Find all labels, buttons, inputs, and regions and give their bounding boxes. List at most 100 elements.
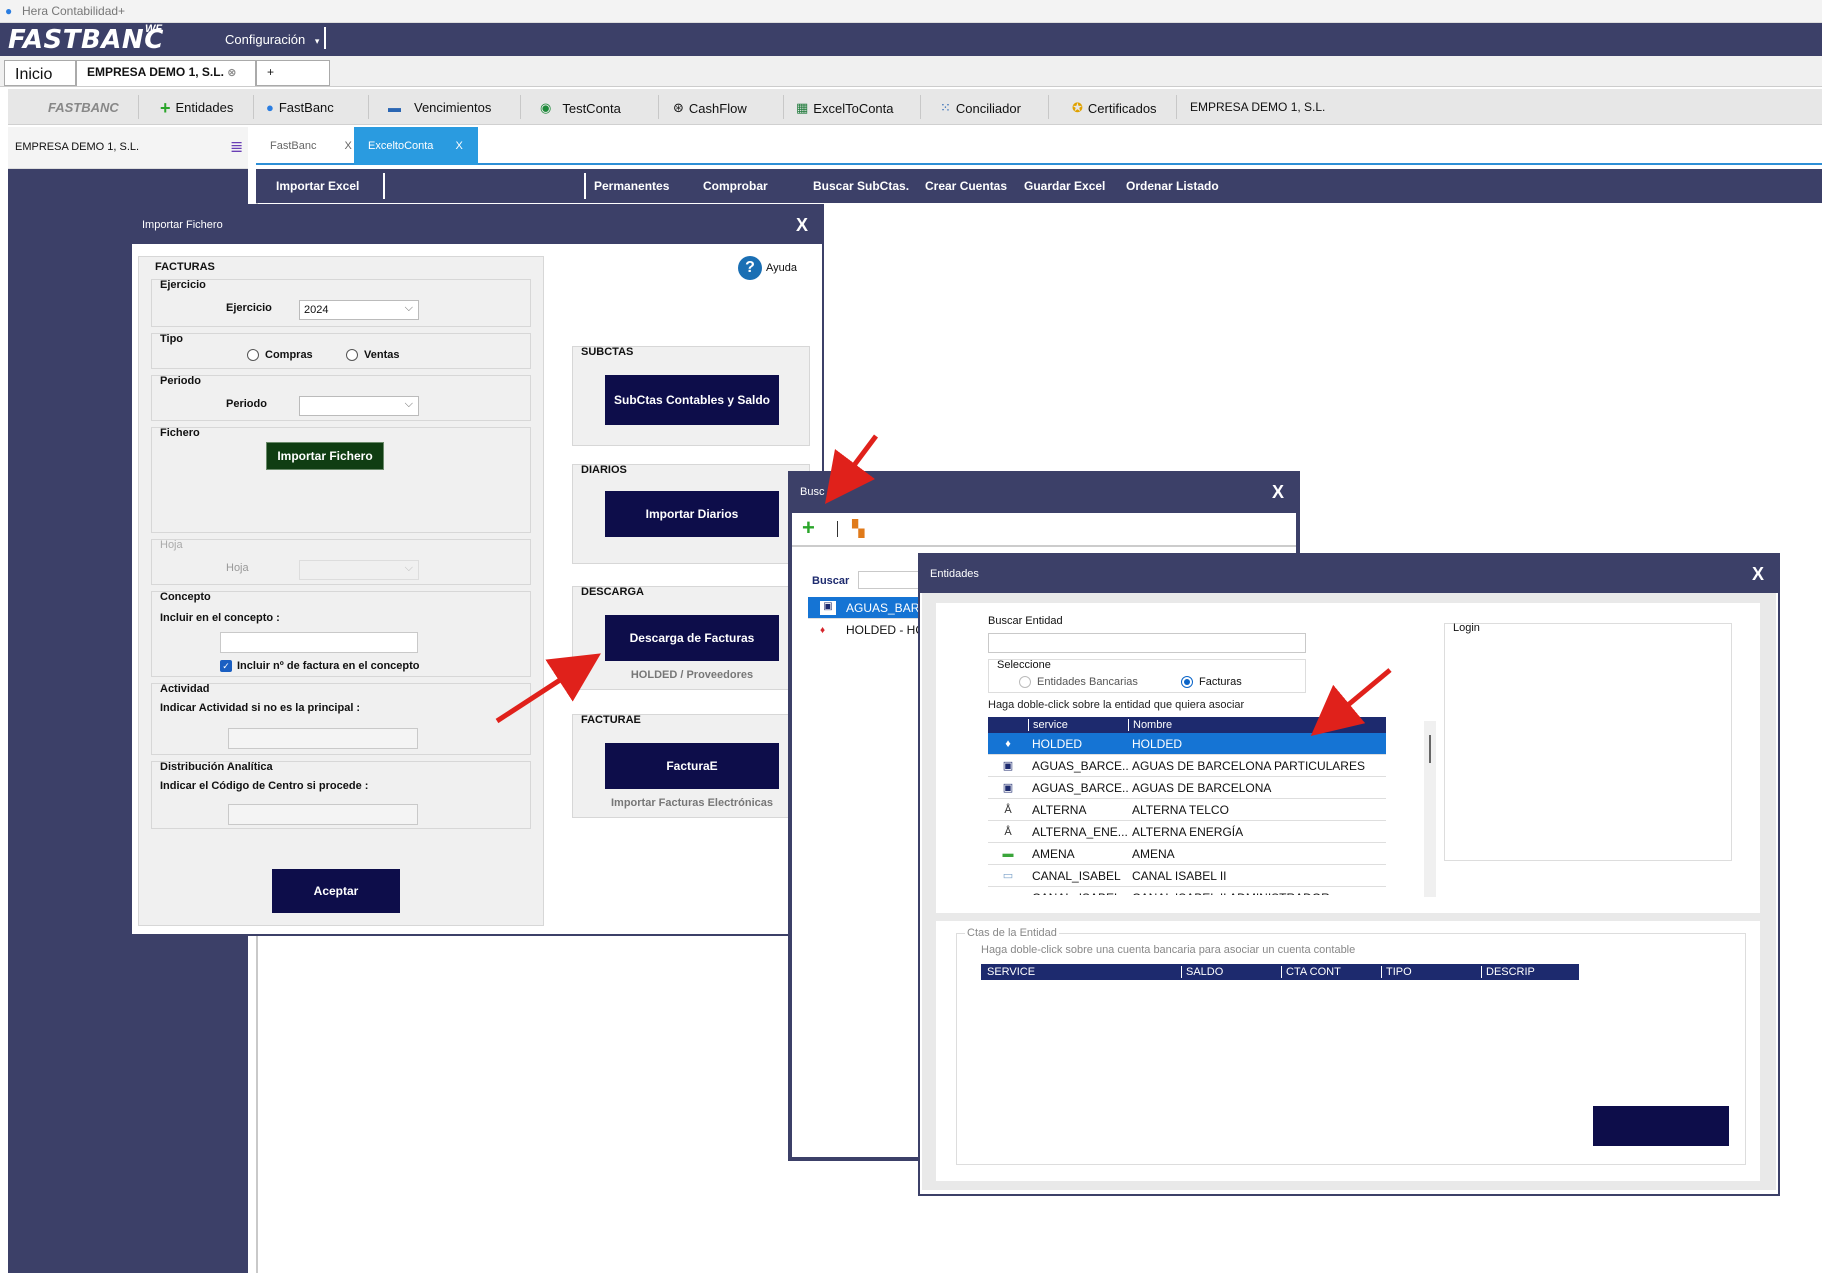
tab-company[interactable]: EMPRESA DEMO 1, S.L. ⊗ (76, 60, 256, 86)
aceptar-button[interactable]: Aceptar (272, 869, 400, 913)
ctas-hint: Haga doble-click sobre una cuenta bancar… (981, 944, 1356, 956)
divider (783, 95, 784, 119)
table-row[interactable]: ♦ HOLDED HOLDED (988, 733, 1386, 755)
descarga-facturas-button[interactable]: Descarga de Facturas (605, 615, 779, 661)
concepto-group: Concepto Incluir en el concepto : ✓ Inclu… (151, 591, 531, 677)
subctas-button[interactable]: SubCtas Contables y Saldo (605, 375, 779, 425)
cell-service: AMENA (1032, 846, 1075, 861)
toolbar-vencimientos[interactable]: ▬ Vencimientos (388, 100, 491, 115)
table-row[interactable]: ▭CANAL_ISABELCANAL ISABEL II ADMINISTRAD… (988, 887, 1386, 896)
plus-icon: + (160, 97, 171, 118)
periodo-select[interactable]: ⌵ (299, 396, 419, 416)
column-header-cta-cont[interactable]: CTA CONT (1281, 966, 1381, 978)
check-circle-icon: ◉ (540, 100, 552, 115)
divider (837, 521, 838, 537)
buscar-subctas-button[interactable]: Buscar SubCtas. (813, 179, 909, 193)
module-toolbar: FASTBANC + Entidades ● FastBanc ▬ Vencimien… (8, 89, 1822, 125)
toolbar-exceltoconta[interactable]: ▦ ExcelToConta (796, 100, 894, 116)
cell-service: AGUAS_BARCE... (1032, 780, 1128, 795)
close-button[interactable]: X (1752, 564, 1764, 585)
toolbar-cashflow[interactable]: ⊛ CashFlow (673, 100, 747, 116)
importar-diarios-button[interactable]: Importar Diarios (605, 491, 779, 537)
close-icon[interactable]: ⊗ (227, 67, 236, 79)
toolbar-entidades[interactable]: + Entidades (160, 97, 233, 118)
window-title: Hera Contabilidad+ (22, 4, 126, 18)
checkbox-checked-icon: ✓ (220, 660, 232, 672)
accept-button[interactable] (1593, 1106, 1729, 1146)
menu-icon[interactable]: ≣ (230, 137, 243, 157)
table-row[interactable]: ▣ AGUAS_BARCE... AGUAS DE BARCELONA (988, 777, 1386, 799)
facturas-radio[interactable]: Facturas (1181, 676, 1242, 688)
window-titlebar: ● Hera Contabilidad+ (0, 0, 1822, 23)
close-button[interactable]: X (1272, 482, 1284, 503)
canal-icon: ▭ (1002, 870, 1014, 882)
hoja-select[interactable]: ⌵ (299, 560, 419, 580)
tab-exceltoconta[interactable]: ExceltoConta X (354, 127, 478, 165)
dialog-titlebar: Entidades X (920, 555, 1778, 593)
group-label: Tipo (160, 333, 184, 345)
concepto-input[interactable] (220, 632, 418, 653)
cell-nombre: AGUAS DE BARCELONA (1132, 780, 1272, 795)
radio-icon (1019, 676, 1031, 688)
column-header-service[interactable]: SERVICE (981, 966, 1181, 978)
close-icon[interactable]: X (344, 140, 351, 152)
compras-radio[interactable]: Compras (247, 349, 313, 361)
coin-icon: ⊛ (673, 100, 684, 115)
toolbar-conciliador[interactable]: ⁙ Conciliador (940, 100, 1021, 116)
cell-service: CANAL_ISABEL (1032, 868, 1121, 883)
column-header-nombre[interactable]: Nombre (1128, 719, 1386, 731)
actividad-input[interactable] (228, 728, 418, 749)
ventas-radio[interactable]: Ventas (346, 349, 399, 361)
permanentes-button[interactable]: Permanentes (594, 179, 669, 193)
importar-fichero-button[interactable]: Importar Fichero (266, 442, 384, 470)
group-label: Distribución Analítica (160, 761, 273, 773)
config-menu[interactable]: Configuración ▾ (225, 32, 319, 47)
incluir-factura-checkbox[interactable]: ✓ Incluir nº de factura en el concepto (220, 660, 420, 672)
add-icon[interactable]: + (802, 515, 815, 541)
fichero-group: Fichero Importar Fichero (151, 427, 531, 533)
table-row[interactable]: Å ALTERNA ALTERNA TELCO (988, 799, 1386, 821)
ordenar-listado-button[interactable]: Ordenar Listado (1126, 179, 1219, 193)
tab-inicio[interactable]: Inicio (4, 60, 76, 86)
divider (658, 95, 659, 119)
tab-new[interactable]: + (256, 60, 330, 86)
periodo-label: Periodo (226, 398, 267, 410)
column-header-descrip[interactable]: DESCRIP (1481, 966, 1579, 978)
buscar-entidad-input[interactable] (988, 633, 1306, 653)
column-header-service[interactable]: service (1028, 719, 1128, 731)
eraser-icon[interactable]: ▚ (852, 519, 864, 539)
table-row[interactable]: ▬ AMENA AMENA (988, 843, 1386, 865)
facturae-subtitle: Importar Facturas Electrónicas (610, 797, 773, 809)
column-header-tipo[interactable]: TIPO (1381, 966, 1481, 978)
help-button[interactable]: ? Ayuda (738, 256, 797, 280)
chevron-down-icon: ⌵ (404, 562, 413, 574)
group-label: DESCARGA (581, 586, 644, 598)
guardar-excel-button[interactable]: Guardar Excel (1024, 179, 1105, 193)
comprobar-button[interactable]: Comprobar (703, 179, 768, 193)
cell-service: HOLDED (1032, 736, 1083, 751)
column-header-saldo[interactable]: SALDO (1181, 966, 1281, 978)
table-row[interactable]: ▣ AGUAS_BARCE... AGUAS DE BARCELONA PARTIC… (988, 755, 1386, 777)
import-excel-button[interactable]: Importar Excel (276, 179, 359, 193)
app-logo-suffix: WF (145, 23, 163, 35)
table-row[interactable]: Å ALTERNA_ENE... ALTERNA ENERGÍA (988, 821, 1386, 843)
buscar-toolbar: + ▚ (792, 513, 1296, 545)
toolbar-certificados[interactable]: ✪ Certificados (1072, 100, 1157, 116)
crear-cuentas-button[interactable]: Crear Cuentas (925, 179, 1007, 193)
scrollbar-thumb[interactable] (1429, 735, 1431, 763)
scrollbar[interactable] (1424, 721, 1436, 897)
tab-fastbanc[interactable]: FastBanc X (256, 127, 354, 165)
close-icon[interactable]: X (455, 140, 462, 152)
radio-icon (346, 349, 358, 361)
group-label: Seleccione (997, 659, 1051, 671)
grid-header: service Nombre (988, 717, 1386, 733)
bancarias-radio[interactable]: Entidades Bancarias (1019, 676, 1138, 688)
toolbar-testconta[interactable]: ◉ TestConta (540, 100, 621, 116)
table-row[interactable]: ▭ CANAL_ISABEL CANAL ISABEL II (988, 865, 1386, 887)
analitica-input[interactable] (228, 804, 418, 825)
close-button[interactable]: X (796, 215, 808, 236)
facturae-button[interactable]: FacturaE (605, 743, 779, 789)
toolbar-fastbanc[interactable]: ● FastBanc (266, 100, 334, 115)
ctas-panel: Ctas de la Entidad Haga doble-click sobr… (936, 921, 1760, 1181)
ejercicio-select[interactable]: 2024 ⌵ (299, 300, 419, 320)
